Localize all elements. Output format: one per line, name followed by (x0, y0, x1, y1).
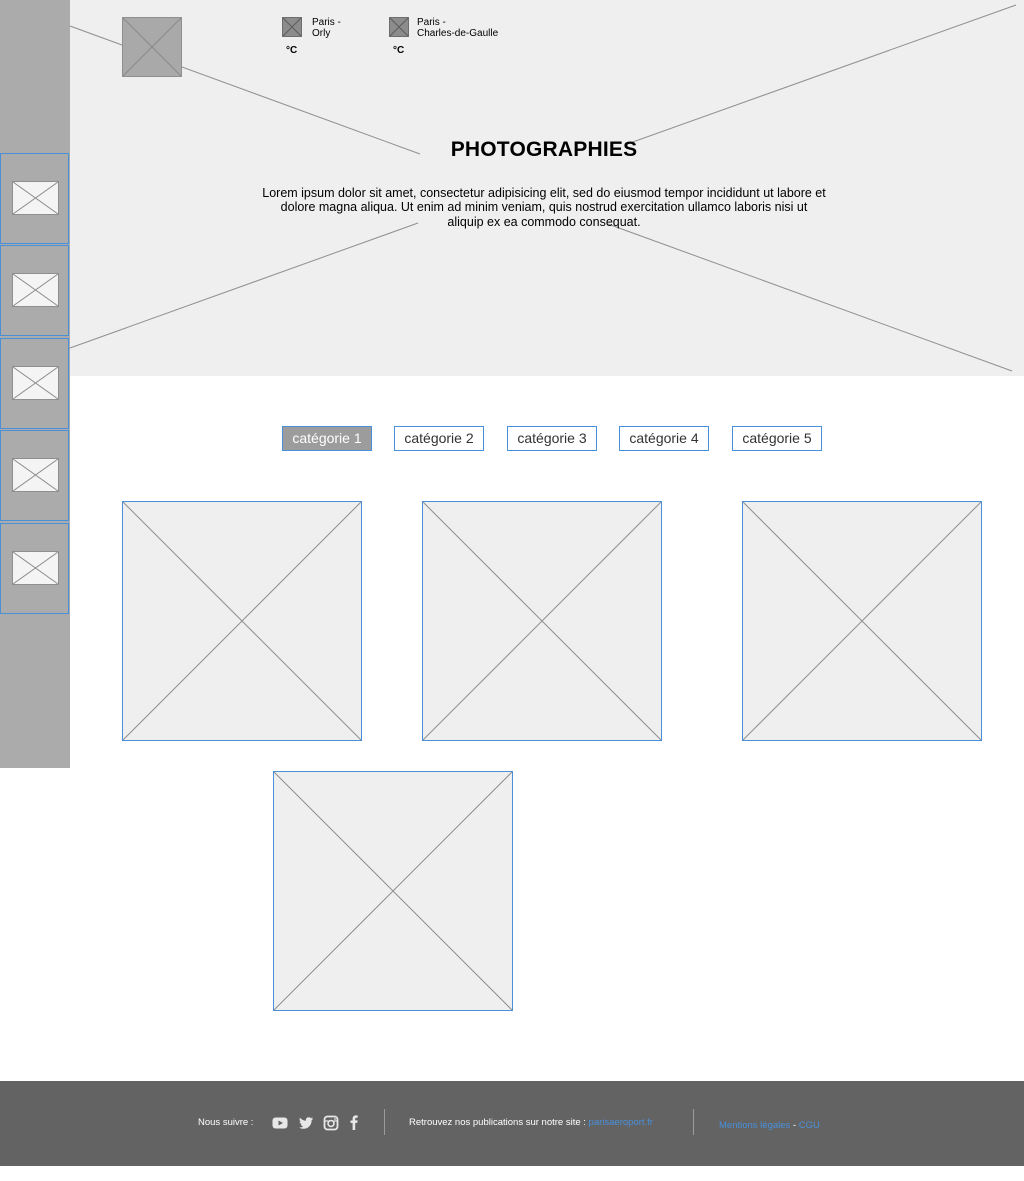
image-placeholder-icon (12, 181, 59, 215)
gallery-photo-4[interactable] (273, 771, 513, 1011)
sidebar-item-1[interactable] (0, 153, 69, 244)
publications-text: Retrouvez nos publications sur notre sit… (409, 1117, 653, 1128)
tab-category-2[interactable]: catégorie 2 (394, 426, 484, 451)
tab-category-1[interactable]: catégorie 1 (282, 426, 372, 451)
weather-temperature: °C (286, 45, 298, 56)
image-placeholder-icon (12, 366, 59, 400)
weather-widget-orly: Paris - Orly °C (282, 17, 341, 56)
image-placeholder-icon (12, 551, 59, 585)
facebook-icon[interactable] (346, 1114, 362, 1130)
footer: Nous suivre : Retrouvez nos publications… (0, 1081, 1024, 1166)
footer-divider (384, 1109, 385, 1135)
weather-icon (389, 17, 409, 37)
image-placeholder-icon (423, 502, 661, 740)
tab-category-3[interactable]: catégorie 3 (507, 426, 597, 451)
footer-divider (693, 1109, 694, 1135)
instagram-icon[interactable] (323, 1115, 339, 1131)
weather-widget-cdg: Paris - Charles-de-Gaulle °C (389, 17, 498, 56)
weather-temperature: °C (393, 45, 405, 56)
legal-separator: - (790, 1120, 799, 1131)
page-title: PHOTOGRAPHIES (450, 138, 638, 161)
weather-location: Paris - Charles-de-Gaulle (417, 17, 499, 39)
sidebar-item-3[interactable] (0, 338, 69, 429)
gallery-photo-1[interactable] (122, 501, 362, 741)
page-description: Lorem ipsum dolor sit amet, consectetur … (262, 186, 826, 229)
sidebar (0, 0, 70, 768)
twitter-icon[interactable] (298, 1115, 314, 1131)
legal-notice-link[interactable]: Mentions légales (719, 1120, 790, 1131)
image-placeholder-icon (12, 273, 59, 307)
image-placeholder-icon (123, 502, 361, 740)
publications-link[interactable]: parisaeroport.fr (589, 1117, 653, 1128)
tab-category-4[interactable]: catégorie 4 (619, 426, 709, 451)
legal-links: Mentions légales - CGU (719, 1120, 820, 1131)
youtube-icon[interactable] (272, 1115, 288, 1131)
weather-icon (282, 17, 302, 37)
sidebar-item-2[interactable] (0, 245, 69, 336)
gallery-photo-3[interactable] (742, 501, 982, 741)
tab-category-5[interactable]: catégorie 5 (732, 426, 822, 451)
image-placeholder-icon (743, 502, 981, 740)
sidebar-item-4[interactable] (0, 430, 69, 521)
cgu-link[interactable]: CGU (799, 1120, 820, 1131)
weather-location: Paris - Orly (312, 17, 341, 39)
image-placeholder-icon (274, 772, 512, 1010)
hero-banner: Paris - Orly °C Paris - Charles-de-Gaull… (0, 0, 1024, 376)
gallery-photo-2[interactable] (422, 501, 662, 741)
logo-placeholder-icon (122, 17, 182, 77)
sidebar-item-5[interactable] (0, 523, 69, 614)
logo[interactable] (122, 17, 182, 77)
follow-label: Nous suivre : (198, 1117, 254, 1128)
image-placeholder-icon (12, 458, 59, 492)
publications-label: Retrouvez nos publications sur notre sit… (409, 1117, 589, 1128)
